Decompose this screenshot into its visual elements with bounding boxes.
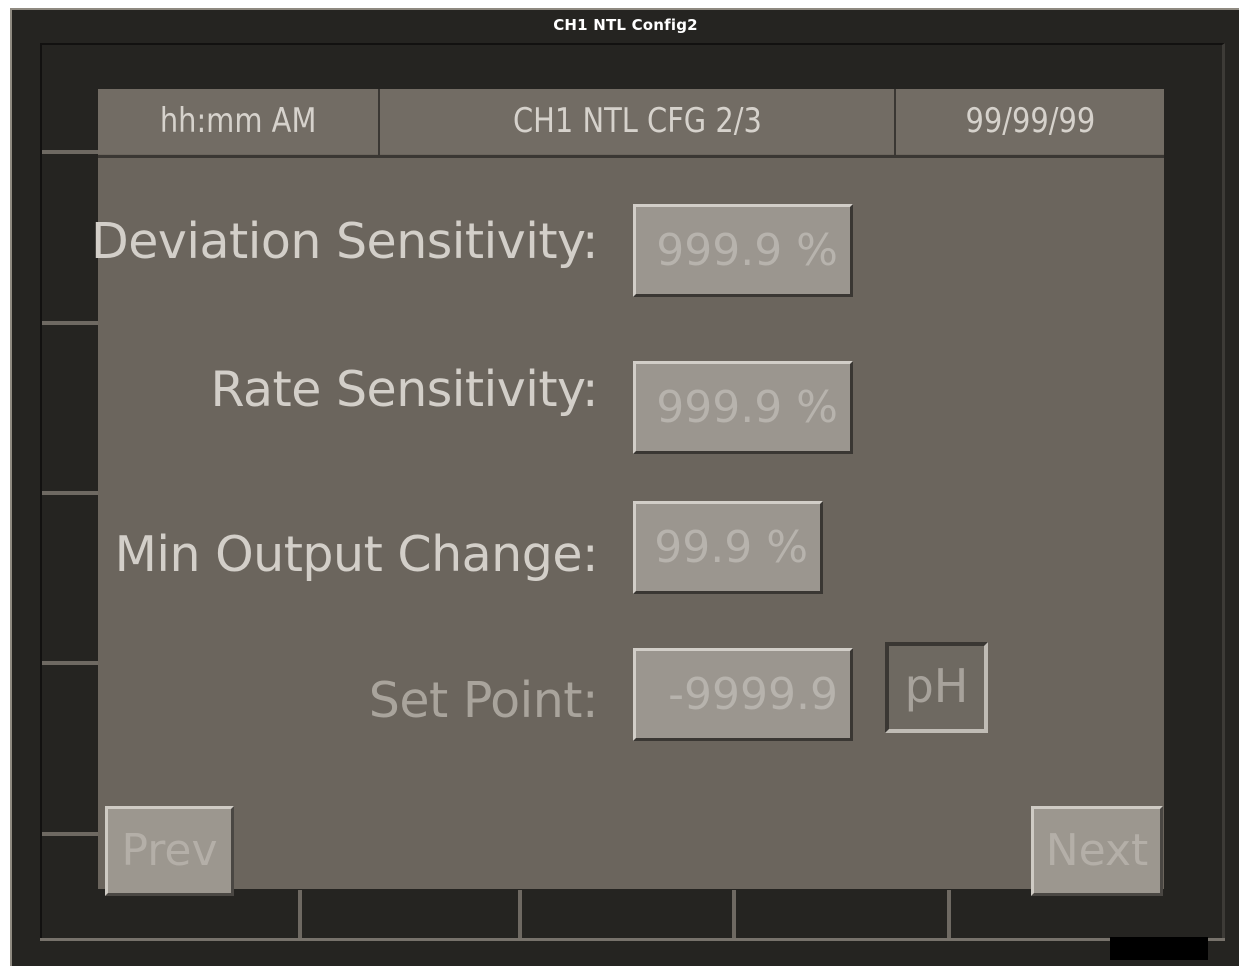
bottom-softkey-divider-4[interactable] [947,890,951,938]
set-point-label: Set Point: [368,672,599,729]
bottom-softkey-divider-1[interactable] [298,890,302,938]
header-time: hh:mm AM [98,89,378,154]
rate-sensitivity-label: Rate Sensitivity: [210,361,599,418]
window-title: CH1 NTL Config2 [553,16,698,34]
side-softkey-2[interactable] [42,321,98,325]
set-point-field[interactable]: -9999.9 [633,648,853,741]
config-screen: hh:mm AM CH1 NTL CFG 2/3 99/99/99 Deviat… [91,89,1164,896]
side-softkey-4[interactable] [42,661,98,665]
next-button[interactable]: Next [1031,806,1163,896]
side-softkey-5[interactable] [42,832,98,836]
deviation-sensitivity-field[interactable]: 999.9 % [633,204,853,297]
status-indicator [1110,937,1208,960]
side-softkey-1[interactable] [42,150,98,154]
bottom-softkey-divider-3[interactable] [732,890,736,938]
header-screen-title: CH1 NTL CFG 2/3 [380,89,894,154]
side-softkey-3[interactable] [42,491,98,495]
rate-sensitivity-field[interactable]: 999.9 % [633,361,853,454]
min-output-change-field[interactable]: 99.9 % [633,501,823,594]
deviation-sensitivity-label: Deviation Sensitivity: [91,213,599,270]
app-window: CH1 NTL Config2 hh:mm AM CH1 NTL CFG 2/3… [10,8,1239,966]
set-point-unit: pH [885,642,988,733]
bottom-rule [40,938,1225,941]
bottom-softkey-divider-2[interactable] [518,890,522,938]
header-date: 99/99/99 [896,89,1164,154]
min-output-change-label: Min Output Change: [114,526,599,583]
prev-button[interactable]: Prev [105,806,234,896]
header-underline [98,155,1164,158]
